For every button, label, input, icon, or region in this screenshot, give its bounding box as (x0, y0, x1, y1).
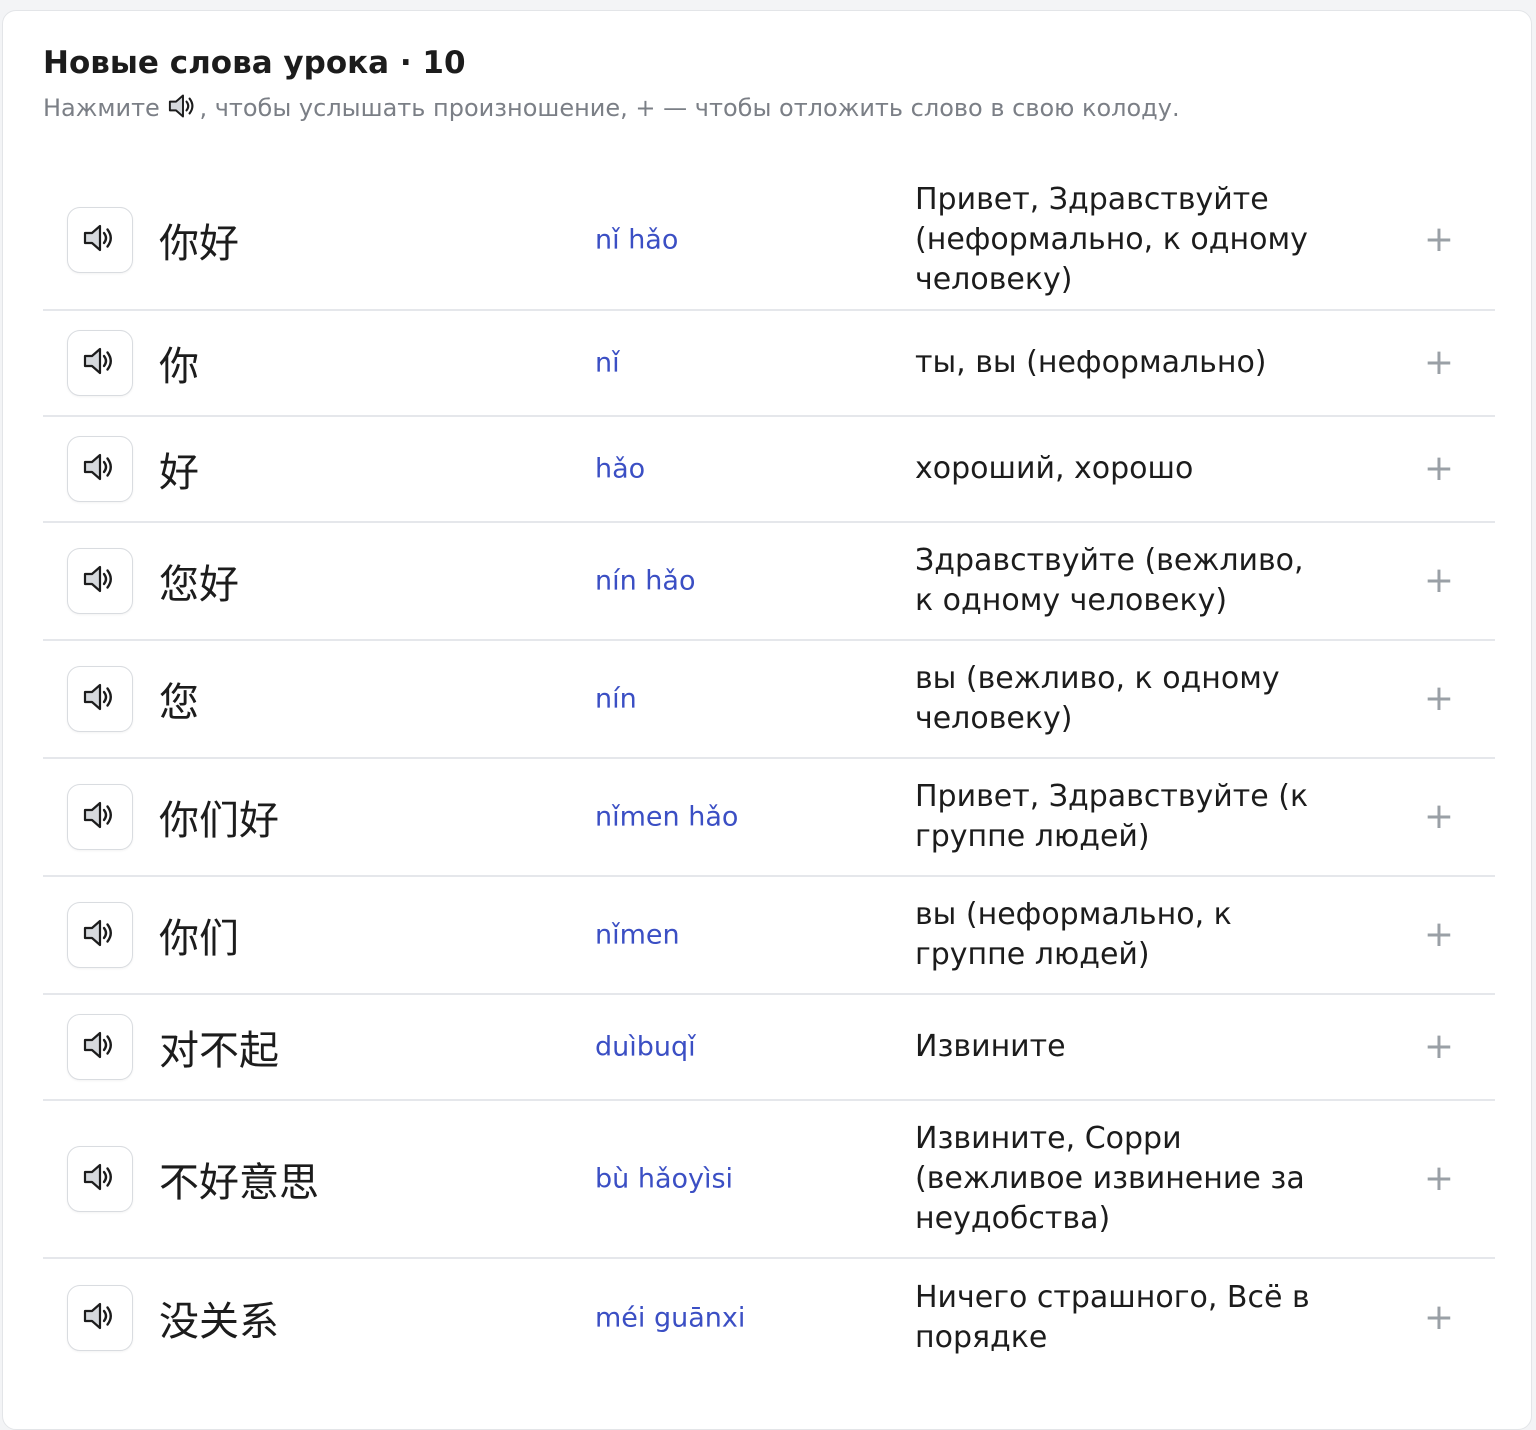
add-to-deck-button[interactable]: + (1419, 1159, 1459, 1199)
word-row: 您 nín вы (вежливо, к одному человеку) + (43, 641, 1495, 759)
word-meaning: хороший, хорошо (915, 451, 1194, 486)
speaker-icon (82, 345, 118, 381)
word-row: 不好意思 bù hǎoyìsi Извините, Сорри (вежливое … (43, 1101, 1495, 1259)
add-to-deck-button[interactable]: + (1419, 449, 1459, 489)
card-subtitle: Нажмите , чтобы услышать произношение, +… (43, 91, 1491, 125)
play-pronunciation-button[interactable] (67, 330, 133, 396)
word-hanzi: 你们好 (159, 798, 279, 844)
word-row: 你好 nǐ hǎo Привет, Здравствуйте (неформальн… (43, 171, 1495, 311)
play-pronunciation-button[interactable] (67, 902, 133, 968)
word-meaning: Здравствуйте (вежливо, к одному человеку… (915, 543, 1304, 618)
play-pronunciation-button[interactable] (67, 548, 133, 614)
subtitle-before: Нажмите (43, 94, 168, 122)
add-to-deck-button[interactable]: + (1419, 561, 1459, 601)
word-meaning: Привет, Здравствуйте (неформально, к одн… (915, 182, 1308, 297)
play-pronunciation-button[interactable] (67, 207, 133, 273)
word-row: 你们好 nǐmen hǎo Привет, Здравствуйте (к груп… (43, 759, 1495, 877)
add-to-deck-button[interactable]: + (1419, 220, 1459, 260)
speaker-icon (82, 222, 118, 258)
play-pronunciation-button[interactable] (67, 1146, 133, 1212)
add-to-deck-button[interactable]: + (1419, 343, 1459, 383)
speaker-icon (82, 917, 118, 953)
word-meaning: вы (неформально, к группе людей) (915, 897, 1232, 972)
play-pronunciation-button[interactable] (67, 436, 133, 502)
plus-icon: + (1423, 914, 1455, 955)
word-hanzi: 没关系 (159, 1299, 279, 1345)
word-row: 好 hǎo хороший, хорошо + (43, 417, 1495, 523)
word-hanzi: 好 (159, 450, 199, 496)
plus-icon: + (1423, 342, 1455, 383)
word-pinyin: hǎo (595, 453, 646, 485)
word-pinyin: nǐmen hǎo (595, 801, 739, 833)
speaker-icon (82, 1029, 118, 1065)
word-hanzi: 对不起 (159, 1028, 279, 1074)
new-words-card: Новые слова урока · 10 Нажмите , чтобы у… (2, 10, 1532, 1430)
add-to-deck-button[interactable]: + (1419, 1027, 1459, 1067)
plus-icon: + (1423, 796, 1455, 837)
word-pinyin: duìbuqǐ (595, 1031, 696, 1063)
add-to-deck-button[interactable]: + (1419, 797, 1459, 837)
word-pinyin: méi guānxi (595, 1302, 746, 1334)
word-row: 你们 nǐmen вы (неформально, к группе людей) + (43, 877, 1495, 995)
word-hanzi: 您 (159, 680, 199, 726)
plus-icon: + (1423, 1297, 1455, 1338)
plus-icon: + (1423, 448, 1455, 489)
plus-icon: + (1423, 219, 1455, 260)
word-pinyin: nín hǎo (595, 565, 696, 597)
plus-icon: + (1423, 560, 1455, 601)
word-list: 你好 nǐ hǎo Привет, Здравствуйте (неформальн… (43, 171, 1495, 1377)
plus-icon: + (1423, 1026, 1455, 1067)
word-meaning: ты, вы (неформально) (915, 345, 1267, 380)
speaker-icon (82, 1161, 118, 1197)
word-pinyin: nǐmen (595, 919, 680, 951)
word-pinyin: nín (595, 683, 637, 715)
word-hanzi: 你好 (159, 221, 239, 267)
plus-icon: + (1423, 1158, 1455, 1199)
play-pronunciation-button[interactable] (67, 666, 133, 732)
speaker-icon (82, 563, 118, 599)
word-meaning: вы (вежливо, к одному человеку) (915, 661, 1280, 736)
add-to-deck-button[interactable]: + (1419, 1298, 1459, 1338)
word-hanzi: 你们 (159, 916, 239, 962)
word-meaning: Привет, Здравствуйте (к группе людей) (915, 779, 1309, 854)
word-meaning: Извините, Сорри (вежливое извинение за н… (915, 1121, 1305, 1236)
add-to-deck-button[interactable]: + (1419, 679, 1459, 719)
play-pronunciation-button[interactable] (67, 1285, 133, 1351)
word-meaning: Извините (915, 1029, 1066, 1064)
card-header: Новые слова урока · 10 Нажмите , чтобы у… (43, 41, 1491, 125)
card-title: Новые слова урока · 10 (43, 45, 466, 81)
play-pronunciation-button[interactable] (67, 784, 133, 850)
play-pronunciation-button[interactable] (67, 1014, 133, 1080)
word-row: 对不起 duìbuqǐ Извините + (43, 995, 1495, 1101)
word-row: 没关系 méi guānxi Ничего страшного, Всё в пор… (43, 1259, 1495, 1377)
word-pinyin: nǐ hǎo (595, 224, 679, 256)
word-row: 您好 nín hǎo Здравствуйте (вежливо, к одному… (43, 523, 1495, 641)
word-hanzi: 你 (159, 344, 199, 390)
speaker-icon (82, 799, 118, 835)
word-pinyin: nǐ (595, 347, 620, 379)
speaker-icon (82, 451, 118, 487)
word-pinyin: bù hǎoyìsi (595, 1163, 734, 1195)
word-meaning: Ничего страшного, Всё в порядке (915, 1280, 1310, 1355)
speaker-icon (167, 92, 199, 120)
speaker-icon (82, 681, 118, 717)
plus-icon: + (1423, 678, 1455, 719)
speaker-icon (82, 1300, 118, 1336)
subtitle-after: , чтобы услышать произношение, + — чтобы… (199, 94, 1180, 122)
word-row: 你 nǐ ты, вы (неформально) + (43, 311, 1495, 417)
word-hanzi: 不好意思 (159, 1160, 319, 1206)
add-to-deck-button[interactable]: + (1419, 915, 1459, 955)
word-hanzi: 您好 (159, 562, 239, 608)
